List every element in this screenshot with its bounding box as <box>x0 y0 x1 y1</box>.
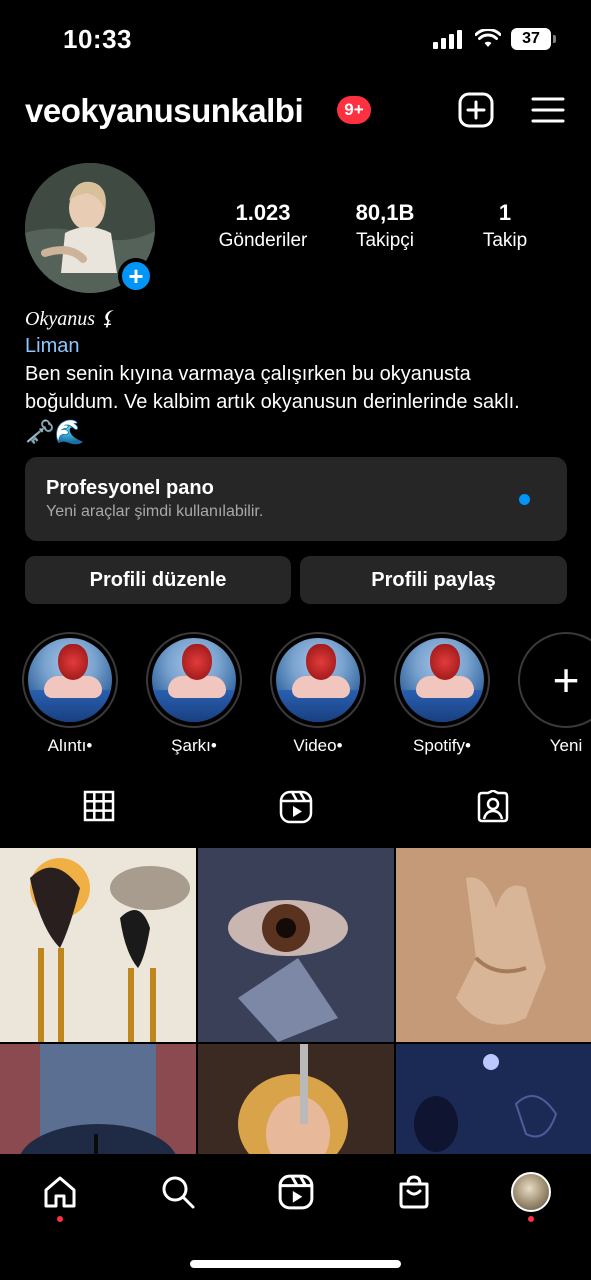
highlight-item[interactable]: Alıntı• <box>22 632 118 756</box>
bottom-navigation <box>0 1154 591 1280</box>
profile-header: veokyanusunkalbi 9+ <box>0 88 591 132</box>
highlight-item[interactable]: Şarkı• <box>146 632 242 756</box>
bio-line-2: boğuldum. Ve kalbim artık okyanusun deri… <box>25 391 520 413</box>
profile-stats: 1.023 Gönderiler 80,1B Takipçi 1 Takip <box>200 200 580 260</box>
home-indicator <box>190 1260 401 1268</box>
new-highlight-label: Yeni <box>549 736 583 755</box>
plus-icon: + <box>128 261 144 291</box>
share-profile-button[interactable]: Profili paylaş <box>300 556 567 604</box>
post-thumbnail[interactable] <box>198 848 394 1042</box>
post-thumbnail[interactable] <box>0 848 196 1042</box>
new-indicator-dot <box>519 494 530 505</box>
highlight-cover <box>276 638 360 722</box>
hamburger-menu-icon <box>531 97 565 123</box>
status-time: 10:33 <box>63 24 132 54</box>
edit-profile-button[interactable]: Profili düzenle <box>25 556 291 604</box>
post-thumbnail[interactable] <box>0 1044 196 1158</box>
highlight-ring <box>394 632 490 728</box>
following-stat[interactable]: 1 Takip <box>445 200 565 252</box>
create-button[interactable] <box>458 92 494 128</box>
shopping-bag-icon <box>399 1175 429 1209</box>
grid-icon <box>83 790 114 822</box>
highlight-ring <box>146 632 242 728</box>
post-thumbnail[interactable] <box>396 848 591 1042</box>
new-highlight-button[interactable]: + Yeni <box>518 632 591 756</box>
highlight-ring <box>270 632 366 728</box>
display-name-text: Okyanus <box>25 308 95 330</box>
username[interactable]: veokyanusunkalbi <box>25 92 304 130</box>
display-name-symbol: ⚸ <box>99 308 115 330</box>
highlight-cover <box>152 638 236 722</box>
followers-label: Takipçi <box>355 230 415 251</box>
followers-stat[interactable]: 80,1B Takipçi <box>325 200 445 252</box>
heart-icon <box>306 644 336 680</box>
post-thumbnail[interactable] <box>198 1044 394 1158</box>
highlight-label: Şarkı• <box>171 736 217 755</box>
profile-notification-dot <box>528 1216 534 1222</box>
profile-bio: Okyanus ⚸ Liman Ben senin kıyına varmaya… <box>25 306 575 447</box>
cellular-signal-icon <box>433 30 462 49</box>
status-bar: 10:33 37 <box>0 0 591 80</box>
post-thumbnail[interactable] <box>396 1044 591 1158</box>
nav-shop[interactable] <box>394 1172 434 1212</box>
plus-icon: + <box>518 632 591 728</box>
highlight-item[interactable]: Spotify• <box>394 632 490 756</box>
highlight-label: Video• <box>293 736 343 755</box>
reels-icon <box>278 1174 314 1210</box>
pro-dashboard-subtitle: Yeni araçlar şimdi kullanılabilir. <box>46 503 264 520</box>
highlight-label: Spotify• <box>413 736 471 755</box>
nav-search[interactable] <box>158 1172 198 1212</box>
highlight-item[interactable]: Video• <box>270 632 366 756</box>
posts-count: 1.023 <box>235 200 291 225</box>
posts-label: Gönderiler <box>218 230 308 251</box>
tab-reels[interactable] <box>197 790 394 840</box>
following-label: Takip <box>482 230 528 251</box>
menu-button[interactable] <box>530 94 566 126</box>
highlight-ring <box>22 632 118 728</box>
posts-stat[interactable]: 1.023 Gönderiler <box>203 200 323 252</box>
tab-tagged[interactable] <box>394 790 591 840</box>
followers-count: 80,1B <box>355 200 415 225</box>
posts-grid <box>0 848 591 1158</box>
battery-level: 37 <box>522 30 540 47</box>
reels-icon <box>279 790 312 824</box>
nav-home[interactable] <box>40 1172 80 1212</box>
profile-tabs <box>0 790 591 840</box>
plus-square-icon <box>458 92 494 128</box>
profile-avatar-icon <box>511 1172 551 1212</box>
tab-posts-grid[interactable] <box>0 790 197 840</box>
battery-icon: 37 <box>511 28 556 50</box>
heart-icon <box>430 644 460 680</box>
pro-dashboard-title: Profesyonel pano <box>46 477 214 499</box>
tagged-person-icon <box>477 790 508 823</box>
notification-badge[interactable]: 9+ <box>337 96 371 124</box>
home-notification-dot <box>57 1216 63 1222</box>
bio-category[interactable]: Liman <box>25 335 575 358</box>
home-icon <box>44 1176 76 1208</box>
heart-icon <box>182 644 212 680</box>
search-icon <box>162 1176 195 1209</box>
highlight-cover <box>28 638 112 722</box>
heart-icon <box>58 644 88 680</box>
professional-dashboard[interactable]: Profesyonel pano Yeni araçlar şimdi kull… <box>25 457 567 541</box>
bio-line-1: Ben senin kıyına varmaya çalışırken bu o… <box>25 363 471 385</box>
highlight-cover <box>400 638 484 722</box>
wifi-icon <box>475 29 501 47</box>
following-count: 1 <box>498 200 512 225</box>
highlight-label: Alıntı• <box>47 736 93 755</box>
add-story-button[interactable]: + <box>118 258 154 294</box>
nav-reels[interactable] <box>276 1172 316 1212</box>
display-name: Okyanus ⚸ <box>25 306 575 331</box>
nav-profile[interactable] <box>511 1172 551 1212</box>
bio-emoji: 🗝️🌊 <box>25 419 85 446</box>
status-icons: 37 <box>433 28 556 50</box>
